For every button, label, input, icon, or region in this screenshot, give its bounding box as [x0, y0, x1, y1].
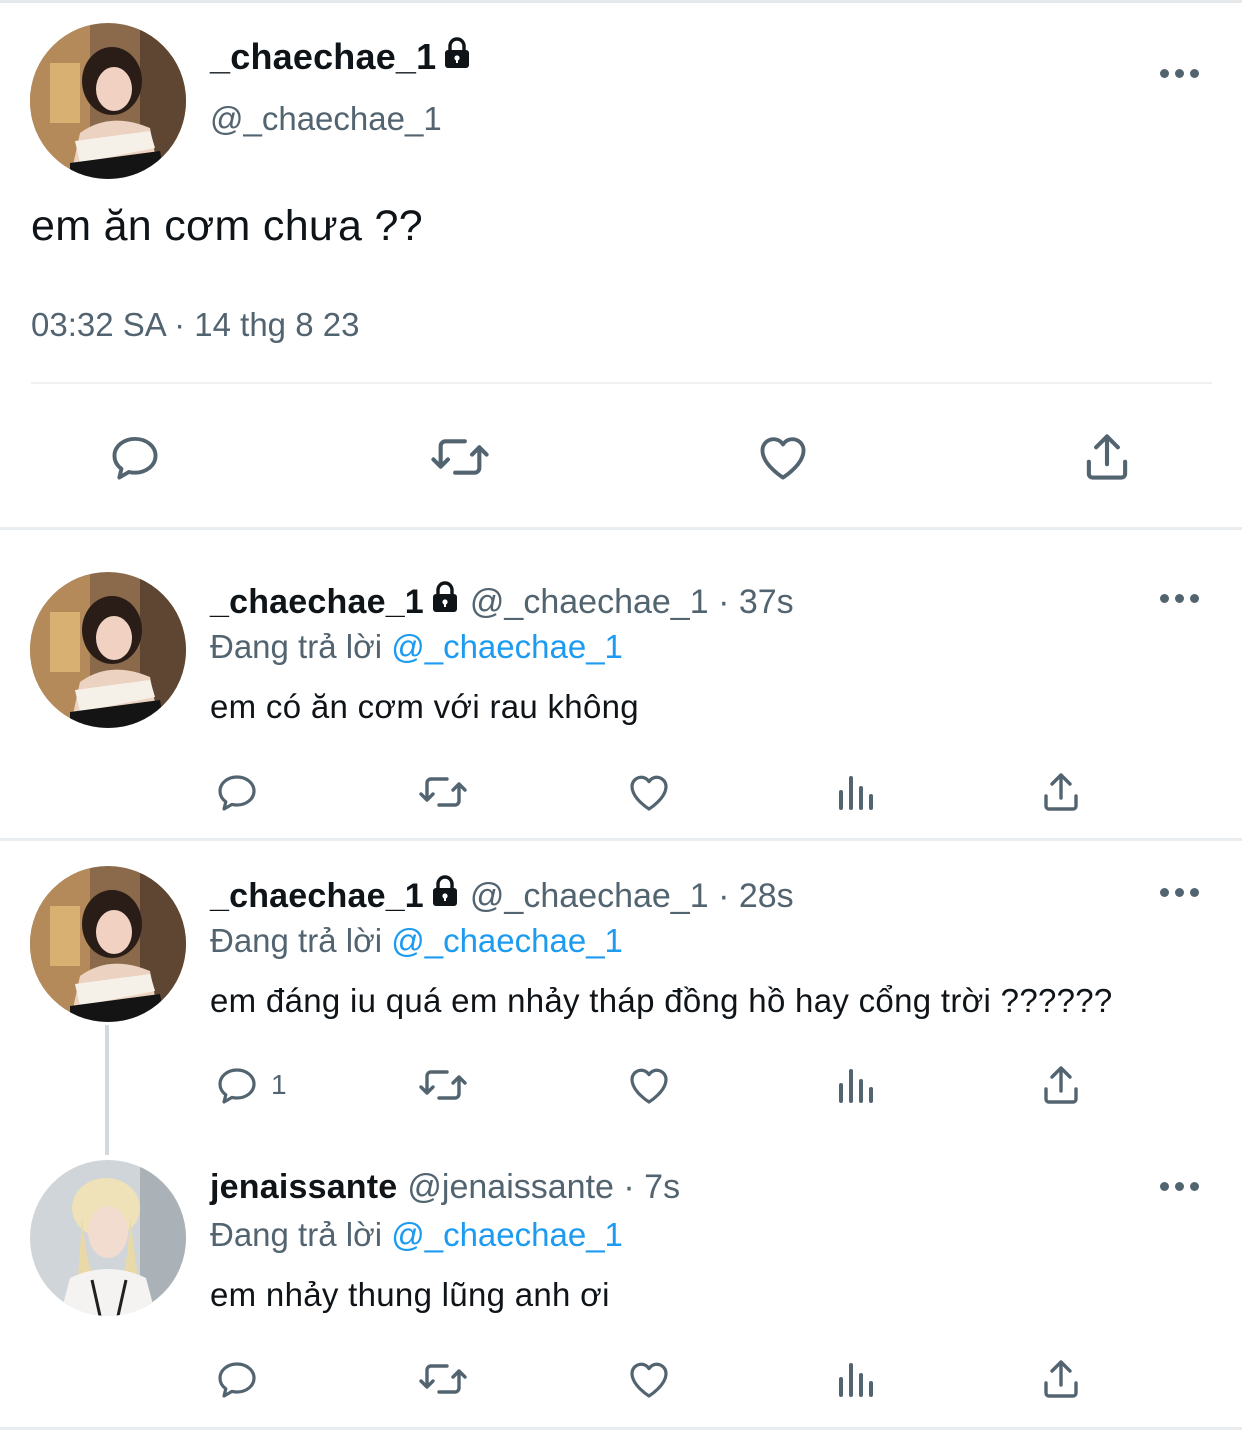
replying-to: Đang trả lời @_chaechae_1	[210, 628, 623, 666]
reply-text: em nhảy thung lũng anh ơi	[210, 1276, 610, 1313]
divider	[0, 1427, 1242, 1430]
divider	[0, 527, 1242, 530]
divider	[31, 382, 1212, 384]
reply-time[interactable]: 28s	[739, 877, 794, 915]
divider	[0, 838, 1242, 841]
avatar-chaechae[interactable]	[30, 23, 186, 179]
dot-separator: ·	[708, 583, 739, 621]
reply-time[interactable]: 37s	[739, 583, 794, 621]
reply-handle[interactable]: @jenaissante	[407, 1168, 614, 1206]
like-button[interactable]	[625, 1061, 673, 1109]
retweet-button[interactable]	[428, 428, 492, 486]
more-options-icon[interactable]	[1160, 69, 1200, 81]
replying-to: Đang trả lời @_chaechae_1	[210, 922, 623, 960]
analytics-icon	[839, 1069, 873, 1103]
like-icon	[630, 775, 668, 811]
analytics-button[interactable]	[833, 1355, 881, 1403]
retweet-icon	[431, 439, 489, 475]
reply-text: em đáng iu quá em nhảy tháp đồng hồ hay …	[210, 982, 1113, 1019]
reply-text: em có ăn cơm với rau không	[210, 688, 639, 725]
avatar-photo	[30, 572, 186, 728]
like-button[interactable]	[625, 1355, 673, 1403]
share-button[interactable]	[1037, 1355, 1085, 1403]
reply-icon	[112, 436, 158, 480]
author-handle[interactable]: @_chaechae_1	[210, 100, 442, 138]
reply-button[interactable]	[213, 1355, 261, 1403]
thread-line	[105, 1025, 109, 1155]
analytics-button[interactable]	[833, 768, 881, 816]
share-icon	[1044, 1066, 1078, 1104]
reply-icon	[218, 775, 256, 811]
avatar-jenaissante[interactable]	[30, 1160, 186, 1316]
share-button[interactable]	[1037, 768, 1085, 816]
replying-to-label: Đang trả lời	[210, 922, 383, 959]
tweet-timestamp[interactable]: 03:32 SA · 14 thg 8 23	[31, 306, 359, 344]
more-options-icon[interactable]	[1160, 888, 1200, 900]
like-icon	[760, 437, 806, 480]
retweet-button[interactable]	[415, 1061, 471, 1109]
reply-handle[interactable]: @_chaechae_1	[470, 583, 709, 621]
tweet-text: em ăn cơm chưa ??	[31, 202, 423, 250]
reply-author-name[interactable]: jenaissante	[210, 1168, 397, 1206]
replying-to-label: Đang trả lời	[210, 1216, 383, 1253]
reply-handle[interactable]: @_chaechae_1	[470, 877, 709, 915]
reply-time[interactable]: 7s	[644, 1168, 680, 1206]
like-button[interactable]	[754, 428, 812, 486]
like-icon	[630, 1362, 668, 1398]
replying-to-link[interactable]: @_chaechae_1	[391, 1216, 623, 1253]
analytics-button[interactable]	[833, 1061, 881, 1109]
avatar-chaechae[interactable]	[30, 572, 186, 728]
share-button[interactable]	[1078, 428, 1136, 486]
share-icon	[1086, 434, 1128, 480]
share-icon	[1044, 1360, 1078, 1398]
reply-button[interactable]: 1	[213, 1061, 287, 1109]
share-button[interactable]	[1037, 1061, 1085, 1109]
more-options-icon[interactable]	[1160, 594, 1200, 606]
avatar-chaechae[interactable]	[30, 866, 186, 1022]
retweet-button[interactable]	[415, 768, 471, 816]
avatar-photo	[30, 23, 186, 179]
analytics-icon	[839, 776, 873, 810]
dot-separator: ·	[613, 1168, 645, 1206]
reply-header: jenaissante @jenaissante · 7s	[210, 1168, 680, 1207]
replying-to: Đang trả lời @_chaechae_1	[210, 1216, 623, 1254]
like-icon	[630, 1068, 668, 1104]
reply-icon	[218, 1068, 256, 1104]
avatar-photo	[30, 866, 186, 1022]
replying-to-link[interactable]: @_chaechae_1	[391, 922, 623, 959]
replying-to-link[interactable]: @_chaechae_1	[391, 628, 623, 665]
reply-header: _chaechae_1 @_chaechae_1 · 37s	[210, 581, 794, 622]
reply-button[interactable]	[106, 428, 164, 486]
author-name[interactable]: _chaechae_1	[210, 36, 472, 78]
lock-icon	[430, 875, 460, 916]
more-options-icon[interactable]	[1160, 1182, 1200, 1194]
avatar-photo	[30, 1160, 186, 1316]
reply-icon	[218, 1362, 256, 1398]
lock-icon	[442, 36, 472, 78]
lock-icon	[430, 581, 460, 622]
retweet-icon	[419, 1364, 467, 1394]
replying-to-label: Đang trả lời	[210, 628, 383, 665]
top-border	[0, 0, 1242, 3]
reply-count: 1	[271, 1069, 287, 1100]
like-button[interactable]	[625, 768, 673, 816]
author-name-text: _chaechae_1	[210, 36, 437, 77]
reply-author-name[interactable]: _chaechae_1	[210, 877, 424, 915]
retweet-icon	[419, 1070, 467, 1100]
analytics-icon	[839, 1363, 873, 1397]
retweet-icon	[419, 777, 467, 807]
dot-separator: ·	[708, 877, 739, 915]
reply-header: _chaechae_1 @_chaechae_1 · 28s	[210, 875, 794, 916]
reply-author-name[interactable]: _chaechae_1	[210, 583, 424, 621]
share-icon	[1044, 773, 1078, 811]
reply-button[interactable]	[213, 768, 261, 816]
retweet-button[interactable]	[415, 1355, 471, 1403]
